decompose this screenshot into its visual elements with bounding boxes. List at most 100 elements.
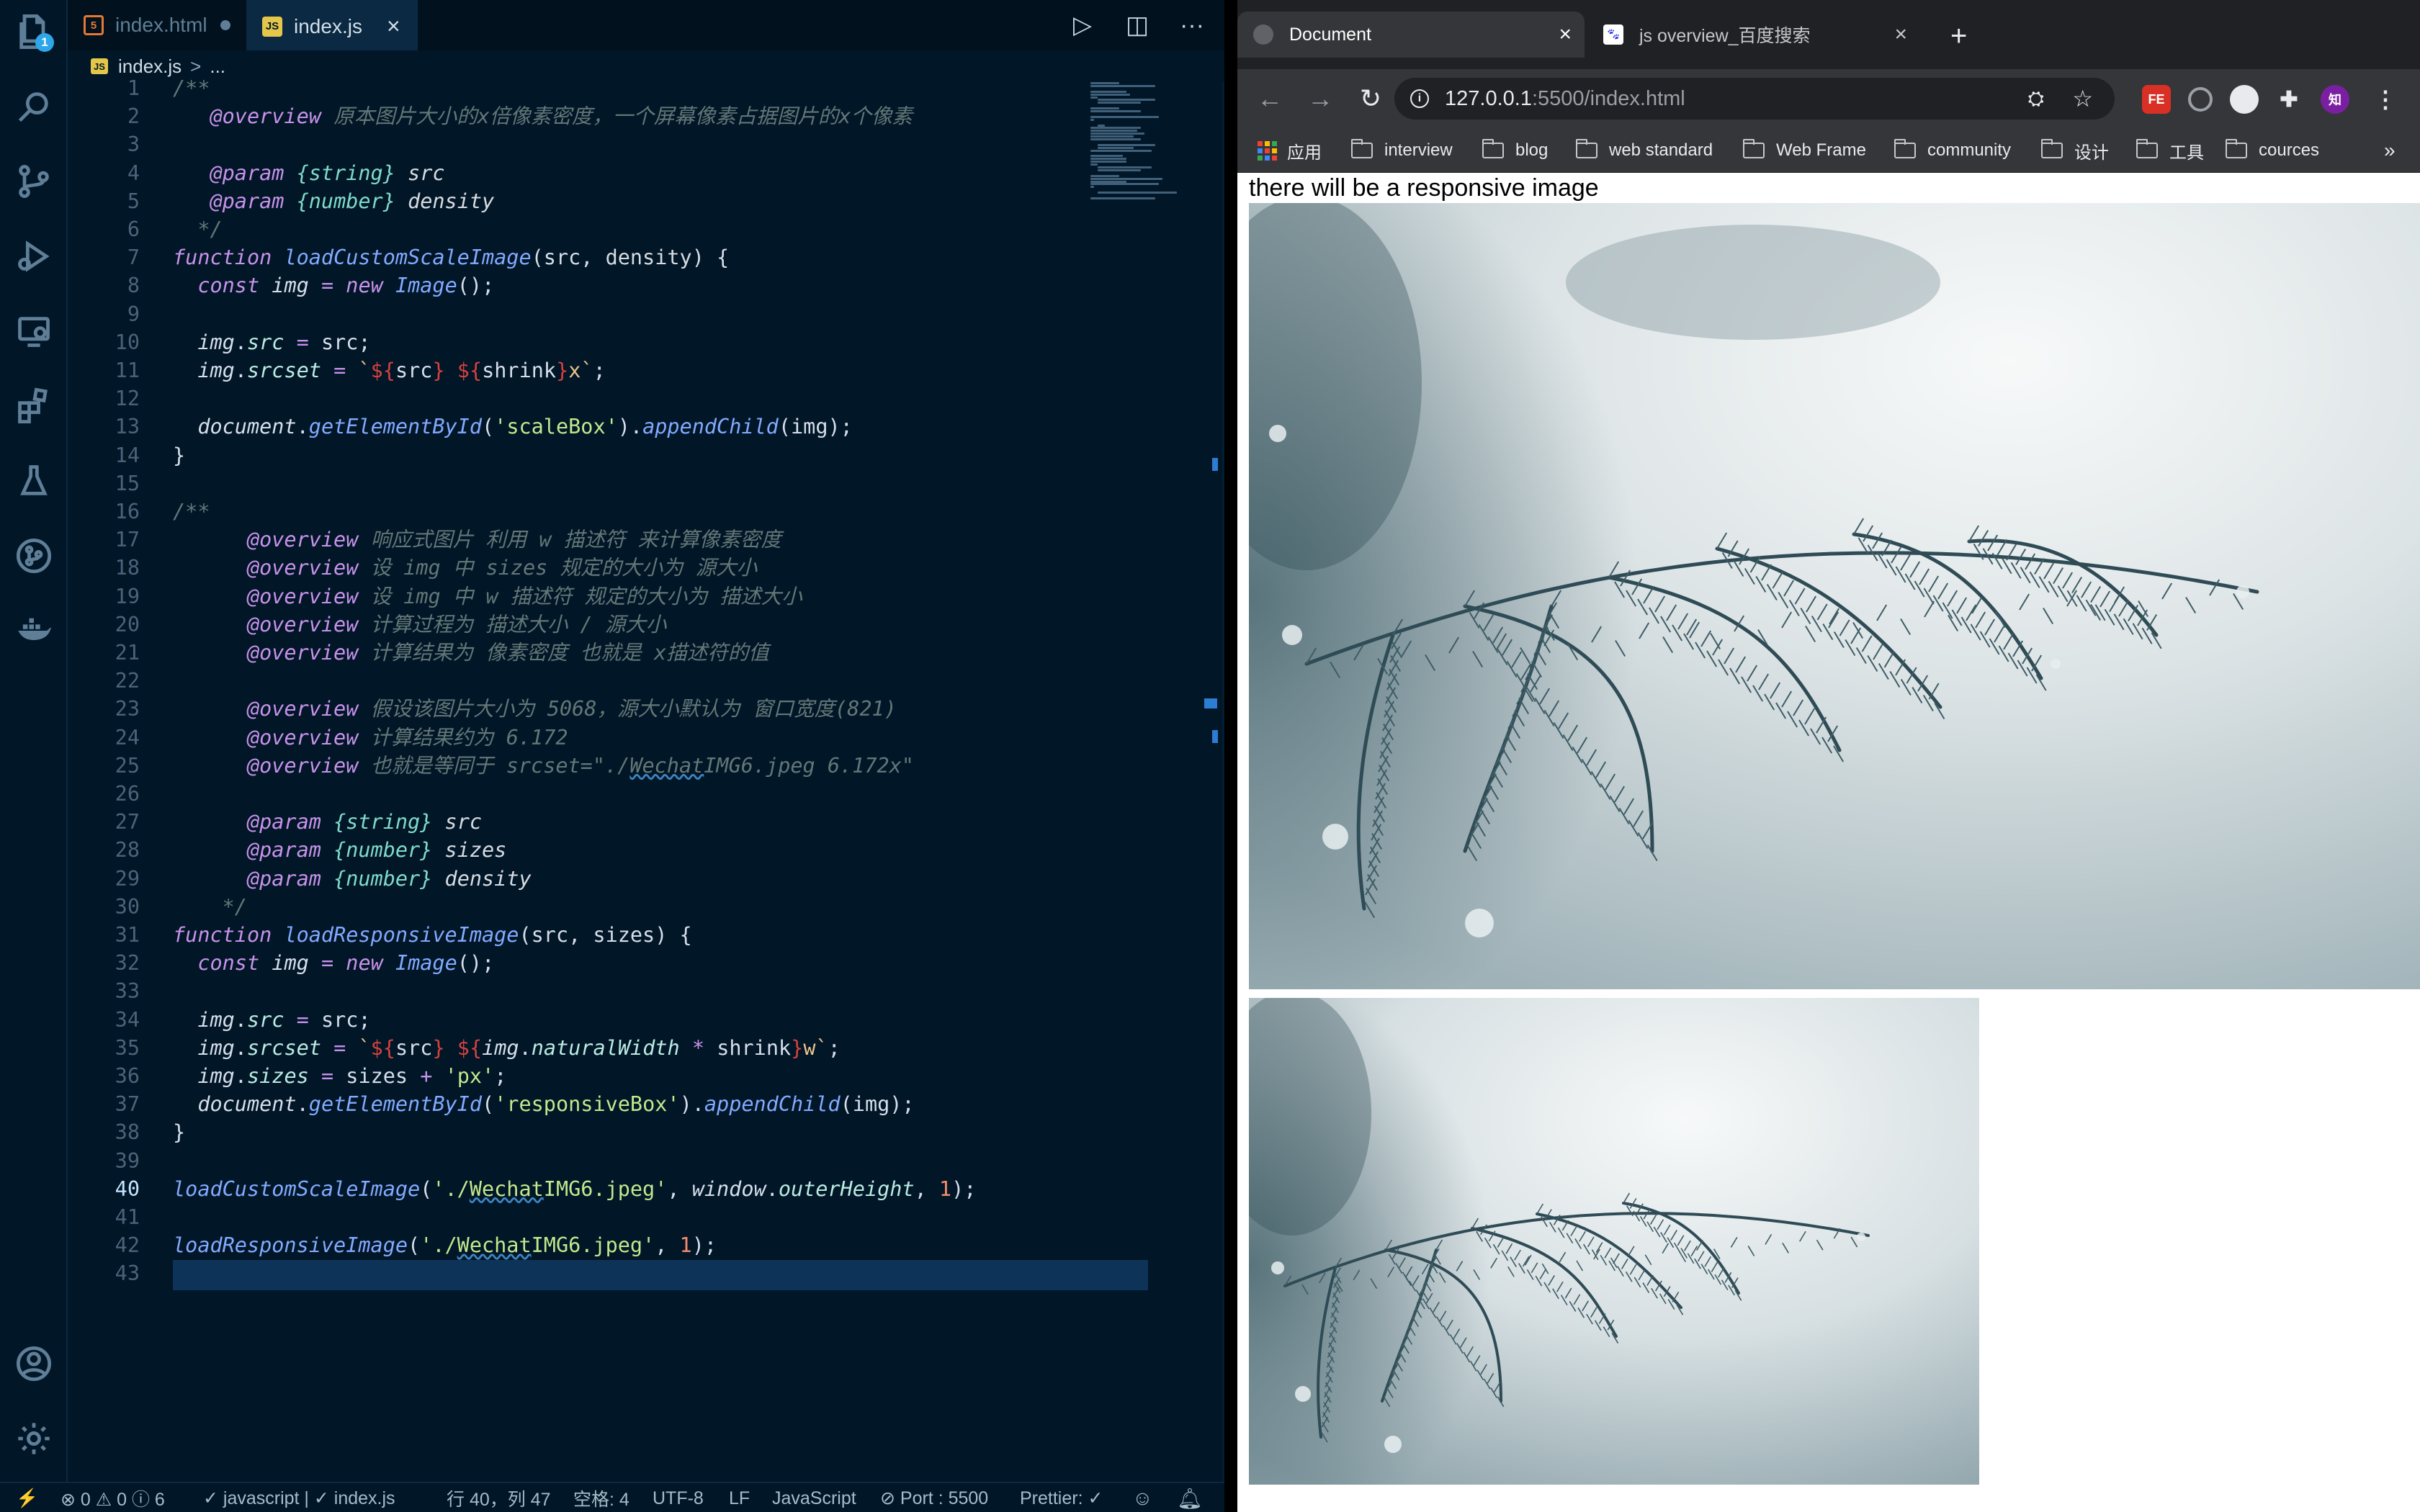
remote-indicator[interactable]: ⚡ bbox=[16, 1483, 38, 1512]
code-line[interactable]: 40 loadCustomScaleImage('./WechatIMG6.jpe… bbox=[68, 1174, 1076, 1205]
url-text[interactable]: 127.0.0.1:5500/index.html bbox=[1445, 87, 1685, 111]
reload-icon[interactable]: ↻ bbox=[1355, 84, 1386, 114]
code-line[interactable]: 26 bbox=[68, 779, 1076, 809]
code-line[interactable]: 25 @overview 也就是等同于 srcset="./WechatIMG6… bbox=[68, 751, 1076, 781]
code-line[interactable]: 2 @overview 原本图片大小的x倍像素密度，一个屏幕像素占据图片的x个像… bbox=[68, 102, 1076, 132]
code-line[interactable]: 38} bbox=[68, 1117, 1076, 1148]
source-control-icon[interactable] bbox=[12, 160, 55, 203]
browser-tab-document[interactable]: Document × bbox=[1237, 12, 1585, 58]
language-mode[interactable]: JavaScript bbox=[772, 1483, 856, 1512]
tab-index-js[interactable]: JS index.js × bbox=[246, 0, 418, 50]
more-bookmarks-icon[interactable]: » bbox=[2384, 128, 2396, 173]
code-line[interactable]: 17 @overview 响应式图片 利用 w 描述符 来计算像素密度 bbox=[68, 525, 1076, 555]
run-debug-icon[interactable] bbox=[12, 235, 55, 278]
code-line[interactable]: 20 @overview 计算过程为 描述大小 / 源大小 bbox=[68, 610, 1076, 640]
search-icon[interactable] bbox=[12, 85, 55, 128]
split-editor-icon[interactable]: ◫ bbox=[1122, 10, 1152, 40]
profile-extension-icon[interactable] bbox=[2230, 85, 2259, 114]
eslint-status[interactable]: ✓ javascript | ✓ index.js bbox=[203, 1483, 395, 1512]
problems-summary[interactable]: ⊗ 0 ⚠ 0 ⓘ 6 bbox=[60, 1483, 165, 1512]
browser-tab-baidu[interactable]: 🐾︎ js overview_百度搜索 × bbox=[1587, 12, 1920, 58]
bookmark-design[interactable]: 设计 bbox=[2041, 128, 2109, 173]
explorer-icon[interactable]: 1 bbox=[12, 10, 55, 53]
bookmark-web-frame[interactable]: Web Frame bbox=[1743, 128, 1866, 173]
close-tab-icon[interactable]: × bbox=[1559, 22, 1572, 47]
code-area[interactable]: 1/** 2 @overview 原本图片大小的x倍像素密度，一个屏幕像素占据图片… bbox=[68, 76, 1217, 1482]
code-line[interactable]: 41 bbox=[68, 1202, 1076, 1233]
code-line[interactable]: 35 img.srcset = `${src} ${img.naturalWid… bbox=[68, 1033, 1076, 1063]
minimap[interactable] bbox=[1088, 82, 1203, 204]
more-actions-icon[interactable]: ··· bbox=[1177, 10, 1207, 40]
code-line[interactable]: 30 */ bbox=[68, 892, 1076, 922]
site-info-icon[interactable]: i bbox=[1410, 89, 1429, 108]
notifications-bell-icon[interactable]: 🔔︎ bbox=[1177, 1483, 1203, 1512]
forward-arrow-icon[interactable]: → bbox=[1305, 84, 1335, 114]
code-line[interactable]: 18 @overview 设 img 中 sizes 规定的大小为 源大小 bbox=[68, 553, 1076, 583]
bookmark-apps[interactable]: 应用 bbox=[1258, 128, 1322, 173]
code-line[interactable]: 28 @param {number} sizes bbox=[68, 835, 1076, 865]
docker-icon[interactable] bbox=[12, 609, 55, 652]
code-line[interactable]: 19 @overview 设 img 中 w 描述符 规定的大小为 描述大小 bbox=[68, 582, 1076, 612]
extensions-puzzle-icon[interactable]: ✚ bbox=[2275, 85, 2303, 114]
browser-menu-icon[interactable]: ⋮ bbox=[2371, 85, 2400, 114]
feedback-icon[interactable]: ☺ bbox=[1132, 1483, 1153, 1512]
code-line[interactable]: 3 bbox=[68, 130, 1076, 160]
account-icon[interactable] bbox=[12, 1342, 55, 1385]
code-line[interactable]: 7 function loadCustomScaleImage(src, dens… bbox=[68, 243, 1076, 273]
file-encoding[interactable]: UTF-8 bbox=[653, 1483, 704, 1512]
run-file-icon[interactable]: ▷ bbox=[1067, 10, 1098, 40]
git-graph-icon[interactable] bbox=[12, 534, 55, 577]
code-line[interactable]: 15 bbox=[68, 469, 1076, 499]
cursor-position[interactable]: 行 40，列 47 bbox=[447, 1483, 551, 1512]
bookmark-blog[interactable]: blog bbox=[1482, 128, 1548, 173]
code-line[interactable]: 13 document.getElementById('scaleBox').a… bbox=[68, 412, 1076, 442]
translate-icon[interactable]: ⛭ bbox=[2028, 87, 2044, 111]
new-tab-button[interactable]: + bbox=[1950, 20, 1967, 53]
close-tab-icon[interactable]: × bbox=[387, 13, 400, 40]
testing-icon[interactable] bbox=[12, 459, 55, 503]
code-line[interactable]: 23 @overview 假设该图片大小为 5068，源大小默认为 窗口宽度(8… bbox=[68, 694, 1076, 724]
extensions-icon[interactable] bbox=[12, 384, 55, 428]
live-server-port[interactable]: ⊘ Port : 5500 bbox=[880, 1483, 988, 1512]
code-line[interactable]: 24 @overview 计算结果约为 6.172 bbox=[68, 723, 1076, 753]
bookmark-cources[interactable]: cources bbox=[2226, 128, 2319, 173]
unsaved-dot-icon[interactable] bbox=[220, 20, 230, 30]
back-arrow-icon[interactable]: ← bbox=[1255, 84, 1285, 114]
code-line[interactable]: 5 @param {number} density bbox=[68, 186, 1076, 217]
settings-gear-icon[interactable] bbox=[12, 1417, 55, 1460]
code-line[interactable]: 29 @param {number} density bbox=[68, 864, 1076, 894]
code-line[interactable]: 39 bbox=[68, 1146, 1076, 1176]
bookmark-interview[interactable]: interview bbox=[1351, 128, 1453, 173]
code-line[interactable]: 12 bbox=[68, 384, 1076, 414]
code-line[interactable]: 33 bbox=[68, 976, 1076, 1007]
code-line[interactable]: 21 @overview 计算结果为 像素密度 也就是 x描述符的值 bbox=[68, 638, 1076, 668]
fe-helper-extension-icon[interactable]: FE bbox=[2142, 85, 2171, 114]
bookmark-web-standard[interactable]: web standard bbox=[1576, 128, 1713, 173]
code-line[interactable]: 9 bbox=[68, 300, 1076, 330]
code-line[interactable]: 14} bbox=[68, 441, 1076, 471]
bookmark-star-icon[interactable]: ☆ bbox=[2072, 85, 2093, 112]
indentation[interactable]: 空格: 4 bbox=[573, 1483, 629, 1512]
code-line[interactable]: 8 const img = new Image(); bbox=[68, 271, 1076, 301]
tab-index-html[interactable]: 5 index.html bbox=[68, 0, 245, 50]
address-bar[interactable]: i 127.0.0.1:5500/index.html ⛭ ☆ bbox=[1394, 78, 2115, 120]
code-line[interactable]: 11 img.srcset = `${src} ${shrink}x`; bbox=[68, 356, 1076, 386]
code-line[interactable]: 42 loadResponsiveImage('./WechatIMG6.jpeg… bbox=[68, 1230, 1076, 1261]
code-line[interactable]: 27 @param {string} src bbox=[68, 807, 1076, 837]
code-line[interactable]: 36 img.sizes = sizes + 'px'; bbox=[68, 1061, 1076, 1092]
code-line[interactable]: 43 bbox=[68, 1259, 1076, 1289]
extension-target-icon[interactable] bbox=[2188, 87, 2213, 112]
code-line[interactable]: 37 document.getElementById('responsiveBo… bbox=[68, 1089, 1076, 1120]
code-line[interactable]: 6 */ bbox=[68, 215, 1076, 245]
zhihu-avatar-icon[interactable]: 知 bbox=[2321, 85, 2349, 114]
end-of-line[interactable]: LF bbox=[729, 1483, 750, 1512]
prettier-status[interactable]: Prettier: ✓ bbox=[1020, 1483, 1103, 1512]
bookmark-community[interactable]: community bbox=[1894, 128, 2011, 173]
code-line[interactable]: 4 @param {string} src bbox=[68, 158, 1076, 189]
bookmark-tools[interactable]: 工具 bbox=[2136, 128, 2204, 173]
close-tab-icon[interactable]: × bbox=[1894, 22, 1907, 47]
code-line[interactable]: 10 img.src = src; bbox=[68, 328, 1076, 358]
code-line[interactable]: 34 img.src = src; bbox=[68, 1005, 1076, 1035]
remote-explorer-icon[interactable] bbox=[12, 310, 55, 353]
code-line[interactable]: 32 const img = new Image(); bbox=[68, 948, 1076, 978]
